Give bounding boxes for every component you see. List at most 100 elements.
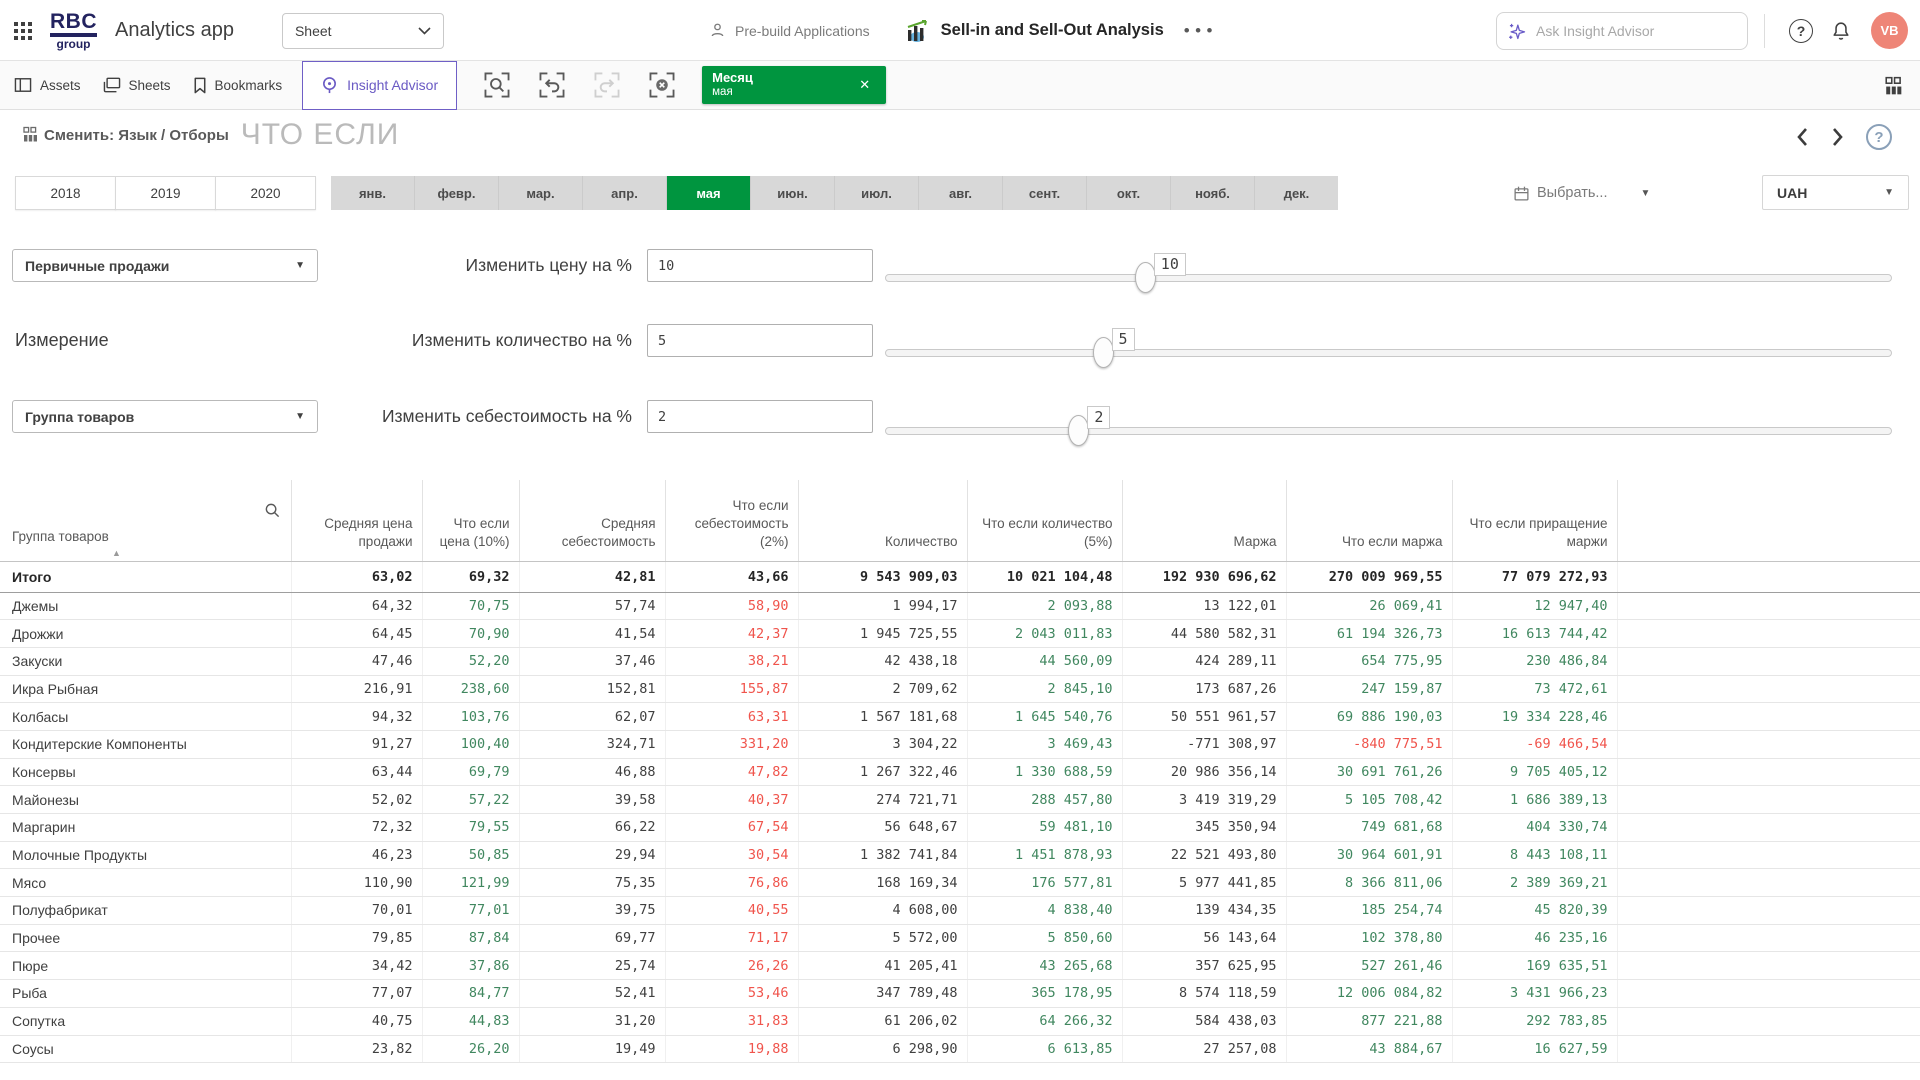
- month-button-окт[interactable]: окт.: [1087, 176, 1171, 210]
- cost-change-input[interactable]: [647, 400, 873, 433]
- dimension-cell[interactable]: Прочее: [0, 924, 291, 952]
- year-button-2020[interactable]: 2020: [215, 176, 316, 210]
- user-avatar[interactable]: VB: [1871, 12, 1908, 49]
- dimension-cell[interactable]: Джемы: [0, 592, 291, 620]
- empty-cell: [1617, 952, 1920, 980]
- insight-advisor-button[interactable]: Insight Advisor: [302, 61, 457, 110]
- year-filter-group: 201820192020: [15, 176, 316, 210]
- measure-dropdown[interactable]: Первичные продажи ▼: [12, 249, 318, 282]
- ask-insight-advisor-input[interactable]: [1536, 23, 1716, 39]
- month-button-мая[interactable]: мая: [667, 176, 751, 210]
- slider-handle[interactable]: [1093, 337, 1114, 368]
- table-search-icon[interactable]: [264, 502, 281, 519]
- switch-sheet-grid-icon[interactable]: [22, 126, 40, 144]
- slider-track[interactable]: [885, 274, 1892, 282]
- dimension-cell[interactable]: Майонезы: [0, 786, 291, 814]
- month-button-сент[interactable]: сент.: [1003, 176, 1087, 210]
- slider-value-bubble: 5: [1112, 328, 1135, 351]
- column-header-4[interactable]: Что если себестоимость (2%): [665, 480, 798, 561]
- measure-cell: 34,42: [291, 952, 422, 980]
- column-header-8[interactable]: Что если маржа: [1286, 480, 1452, 561]
- dimension-cell[interactable]: Мясо: [0, 869, 291, 897]
- dimension-cell[interactable]: Кондитерские Компоненты: [0, 730, 291, 758]
- sheet-selector-dropdown[interactable]: Sheet: [282, 13, 444, 49]
- column-header-2[interactable]: Что если цена (10%): [422, 480, 519, 561]
- current-app-link[interactable]: Sell-in and Sell-Out Analysis: [904, 19, 1164, 43]
- column-header-6[interactable]: Что если количество (5%): [967, 480, 1122, 561]
- selection-chip-close-icon[interactable]: ✕: [853, 73, 876, 97]
- month-button-июн[interactable]: июн.: [751, 176, 835, 210]
- empty-cell: [1617, 869, 1920, 897]
- assets-button[interactable]: Assets: [14, 77, 81, 93]
- measure-cell: 110,90: [291, 869, 422, 897]
- previous-sheet-icon[interactable]: [1796, 127, 1809, 147]
- dimension-cell[interactable]: Рыба: [0, 980, 291, 1008]
- slider-handle[interactable]: [1135, 262, 1156, 293]
- column-header-9[interactable]: Что если приращение маржи: [1452, 480, 1617, 561]
- measure-cell: 1 330 688,59: [967, 758, 1122, 786]
- empty-cell: [1617, 980, 1920, 1008]
- step-forward-icon-disabled[interactable]: [592, 70, 622, 100]
- step-back-icon[interactable]: [537, 70, 567, 100]
- app-launcher-icon[interactable]: [14, 22, 32, 40]
- insight-advisor-bulb-icon: [321, 76, 338, 95]
- insight-advisor-label: Insight Advisor: [347, 77, 438, 93]
- sheets-button[interactable]: Sheets: [103, 77, 171, 93]
- more-options-icon[interactable]: • • •: [1184, 21, 1215, 41]
- month-button-авг[interactable]: авг.: [919, 176, 1003, 210]
- month-button-дек[interactable]: дек.: [1255, 176, 1338, 210]
- sheet-grid-layout-icon[interactable]: [1884, 76, 1904, 96]
- dimension-dropdown[interactable]: Группа товаров ▼: [12, 400, 318, 433]
- dimension-cell[interactable]: Соусы: [0, 1035, 291, 1063]
- month-button-нояб[interactable]: нояб.: [1171, 176, 1255, 210]
- month-button-июл[interactable]: июл.: [835, 176, 919, 210]
- column-header-0[interactable]: Группа товаров▲: [0, 480, 291, 561]
- dimension-cell[interactable]: Молочные Продукты: [0, 841, 291, 869]
- dimension-cell[interactable]: Дрожжи: [0, 620, 291, 648]
- bookmarks-button[interactable]: Bookmarks: [193, 77, 283, 94]
- table-row: Дрожжи64,4570,9041,5442,371 945 725,552 …: [0, 620, 1920, 648]
- dimension-cell[interactable]: Сопутка: [0, 1007, 291, 1035]
- month-button-февр[interactable]: февр.: [415, 176, 499, 210]
- clear-selections-icon[interactable]: [647, 70, 677, 100]
- column-header-5[interactable]: Количество: [798, 480, 967, 561]
- dimension-cell[interactable]: Маргарин: [0, 814, 291, 842]
- month-button-апр[interactable]: апр.: [583, 176, 667, 210]
- measure-cell: 9 543 909,03: [798, 561, 967, 592]
- year-button-2018[interactable]: 2018: [15, 176, 116, 210]
- selection-chip-month[interactable]: Месяц мая ✕: [702, 66, 886, 104]
- price-change-input[interactable]: [647, 249, 873, 282]
- currency-dropdown[interactable]: UAH ▼: [1762, 175, 1909, 210]
- switch-language-selections-link[interactable]: Сменить: Язык / Отборы: [44, 127, 229, 144]
- measure-cell: 9 705 405,12: [1452, 758, 1617, 786]
- slider-track[interactable]: [885, 427, 1892, 435]
- prebuild-applications-link[interactable]: Pre-build Applications: [708, 21, 870, 40]
- slider-track[interactable]: [885, 349, 1892, 357]
- help-button[interactable]: ?: [1786, 16, 1816, 46]
- selections-search-icon[interactable]: [482, 70, 512, 100]
- year-button-2019[interactable]: 2019: [115, 176, 216, 210]
- quantity-change-input[interactable]: [647, 324, 873, 357]
- ask-insight-advisor-box[interactable]: [1496, 12, 1748, 50]
- notifications-bell-icon[interactable]: [1826, 16, 1856, 46]
- column-header-3[interactable]: Средняя себестоимость: [519, 480, 665, 561]
- empty-cell: [1617, 897, 1920, 925]
- month-button-янв[interactable]: янв.: [331, 176, 415, 210]
- month-button-мар[interactable]: мар.: [499, 176, 583, 210]
- dimension-cell[interactable]: Колбасы: [0, 703, 291, 731]
- dimension-cell[interactable]: Полуфабрикат: [0, 897, 291, 925]
- next-sheet-icon[interactable]: [1831, 127, 1844, 147]
- dimension-cell: Итого: [0, 561, 291, 592]
- dimension-cell[interactable]: Консервы: [0, 758, 291, 786]
- measure-cell: 70,75: [422, 592, 519, 620]
- column-header-1[interactable]: Средняя цена продажи: [291, 480, 422, 561]
- dimension-cell[interactable]: Закуски: [0, 647, 291, 675]
- date-picker-dropdown[interactable]: Выбрать... ▼: [1513, 176, 1650, 210]
- measure-cell: 16 627,59: [1452, 1035, 1617, 1063]
- dimension-cell[interactable]: Пюре: [0, 952, 291, 980]
- measure-cell: 3 419 319,29: [1122, 786, 1286, 814]
- slider-handle[interactable]: [1068, 415, 1089, 446]
- sheet-help-icon[interactable]: ?: [1866, 124, 1892, 150]
- dimension-cell[interactable]: Икра Рыбная: [0, 675, 291, 703]
- column-header-7[interactable]: Маржа: [1122, 480, 1286, 561]
